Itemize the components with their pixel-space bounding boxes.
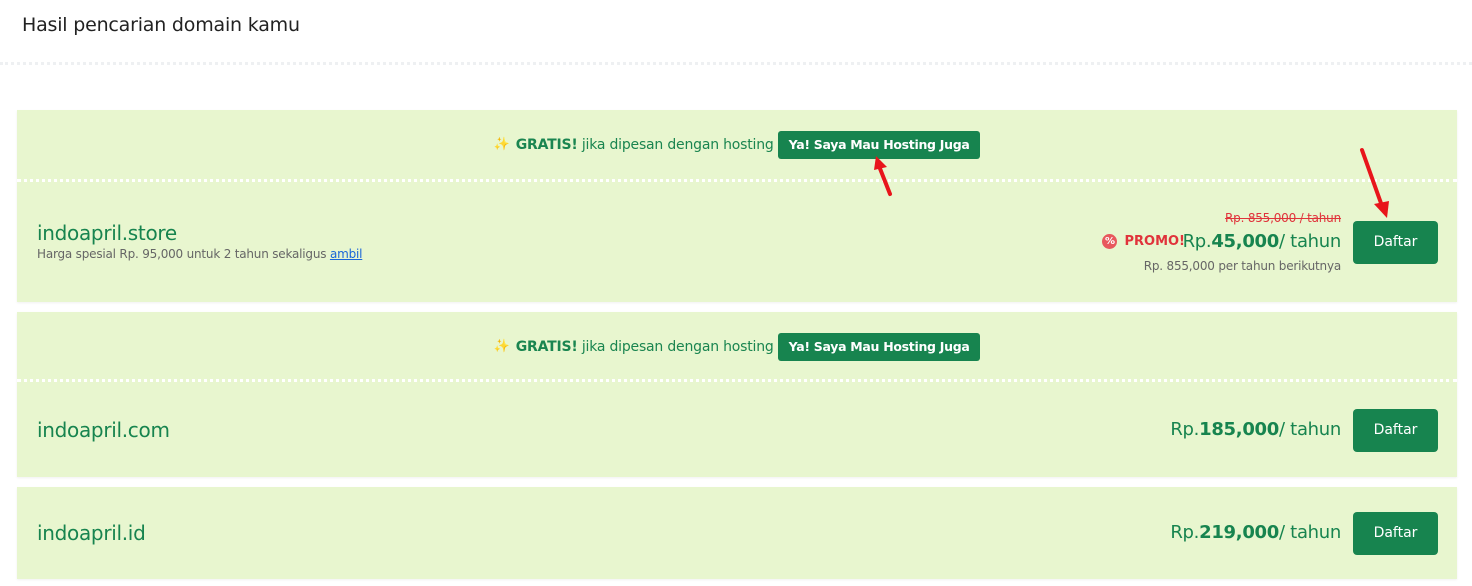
promo-badge: % PROMO! [1102, 234, 1185, 249]
domain-name: indoapril.com [37, 418, 170, 442]
price-amount: 219,000 [1199, 522, 1279, 543]
promo-label: PROMO! [1124, 234, 1185, 249]
sparkle-icon: ✨ [493, 137, 510, 152]
promo-price: Rp.45,000/ tahun [1182, 231, 1342, 252]
dotted-separator [17, 179, 1457, 182]
old-price: Rp. 855,000 / tahun [1225, 211, 1341, 225]
daftar-button[interactable]: Daftar [1353, 512, 1438, 555]
daftar-button[interactable]: Daftar [1353, 221, 1438, 264]
hosting-promo-strip: ✨ GRATIS! jika dipesan dengan hosting Ya… [17, 110, 1457, 179]
annotation-arrow-icon [874, 156, 892, 196]
percent-badge-icon: % [1102, 234, 1118, 249]
page-title: Hasil pencarian domain kamu [22, 14, 300, 36]
dotted-separator [17, 379, 1457, 382]
price-prefix: Rp. [1182, 231, 1212, 252]
add-hosting-button[interactable]: Ya! Saya Mau Hosting Juga [777, 332, 981, 361]
special-price-text: Harga spesial Rp. 95,000 untuk 2 tahun s… [37, 247, 327, 261]
domain-price: Rp.185,000/ tahun [1170, 419, 1341, 440]
special-price-note: Harga spesial Rp. 95,000 untuk 2 tahun s… [37, 247, 362, 261]
ambil-link[interactable]: ambil [330, 247, 363, 261]
domain-name: indoapril.store [37, 221, 177, 245]
price-unit: / tahun [1279, 522, 1341, 543]
gratis-description: jika dipesan dengan hosting [577, 136, 774, 153]
next-year-price: Rp. 855,000 per tahun berikutnya [1143, 259, 1341, 273]
daftar-button[interactable]: Daftar [1353, 409, 1438, 452]
price-prefix: Rp. [1170, 522, 1200, 543]
hosting-promo-strip: ✨ GRATIS! jika dipesan dengan hosting Ya… [17, 312, 1457, 381]
domain-result-card: ✨ GRATIS! jika dipesan dengan hosting Ya… [17, 312, 1457, 477]
sparkle-icon: ✨ [493, 339, 510, 354]
domain-result-card: ✨ GRATIS! jika dipesan dengan hosting Ya… [17, 110, 1457, 302]
gratis-label: GRATIS! [515, 136, 578, 153]
price-prefix: Rp. [1170, 419, 1200, 440]
domain-result-card: indoapril.id Rp.219,000/ tahun Daftar [17, 487, 1457, 579]
price-amount: 45,000 [1211, 231, 1279, 252]
price-unit: / tahun [1279, 231, 1341, 252]
gratis-label: GRATIS! [515, 338, 578, 355]
hosting-promo-text: GRATIS! jika dipesan dengan hosting [516, 137, 774, 153]
title-divider [0, 62, 1472, 65]
annotation-arrow-icon [1360, 148, 1389, 218]
gratis-description: jika dipesan dengan hosting [577, 338, 774, 355]
hosting-promo-text: GRATIS! jika dipesan dengan hosting [516, 339, 774, 355]
domain-price: Rp.219,000/ tahun [1170, 522, 1341, 543]
domain-name: indoapril.id [37, 521, 146, 545]
price-amount: 185,000 [1199, 419, 1279, 440]
price-unit: / tahun [1279, 419, 1341, 440]
